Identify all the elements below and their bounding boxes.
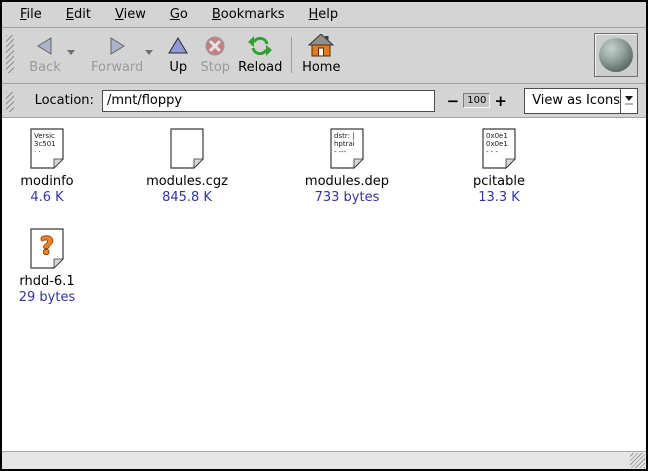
reload-label: Reload xyxy=(238,60,282,75)
location-label: Location: xyxy=(35,93,94,108)
blank-file-icon xyxy=(169,128,205,170)
back-label: Back xyxy=(29,60,61,75)
stop-icon xyxy=(204,33,226,59)
back-arrow-icon xyxy=(33,33,57,59)
location-bar: Location: − 100 + View as Icons xyxy=(2,84,646,118)
view-mode-selected: View as Icons xyxy=(525,93,620,108)
menu-help[interactable]: Help xyxy=(297,4,351,25)
unknown-file-icon: ? xyxy=(29,228,65,270)
file-modinfo[interactable]: Versic 3c501 · · modinfo 4.6 K xyxy=(4,128,90,205)
back-button[interactable]: Back xyxy=(23,33,67,75)
forward-dropdown-icon[interactable] xyxy=(145,50,153,55)
file-name: modules.cgz xyxy=(137,174,237,189)
file-size: 733 bytes xyxy=(297,190,397,205)
toolbar: Back Forward Up Stop xyxy=(2,28,646,84)
file-name: modules.dep xyxy=(297,174,397,189)
up-button[interactable]: Up xyxy=(161,33,195,75)
menu-bookmarks[interactable]: Bookmarks xyxy=(200,4,297,25)
resize-grip[interactable] xyxy=(630,453,645,468)
up-label: Up xyxy=(169,60,187,75)
icon-view[interactable]: Versic 3c501 · · modinfo 4.6 K modules.c… xyxy=(2,118,646,451)
menu-file[interactable]: File xyxy=(8,4,54,25)
file-size: 845.8 K xyxy=(137,190,237,205)
file-size: 4.6 K xyxy=(4,190,90,205)
menu-view[interactable]: View xyxy=(103,4,158,25)
combo-arrow-bar xyxy=(625,103,633,105)
menubar: File Edit View Go Bookmarks Help xyxy=(2,2,646,28)
zoom-level-indicator: 100 xyxy=(463,93,490,108)
reload-icon xyxy=(248,33,272,59)
stop-label: Stop xyxy=(201,60,231,75)
text-file-icon: Versic 3c501 · · xyxy=(29,128,65,170)
forward-arrow-icon xyxy=(105,33,129,59)
view-mode-dropdown[interactable]: View as Icons xyxy=(524,88,638,114)
home-button[interactable]: Home xyxy=(298,33,344,75)
file-size: 13.3 K xyxy=(449,190,549,205)
file-modules-dep[interactable]: dstr: | hptrai - --- modules.dep 733 byt… xyxy=(297,128,397,205)
locationbar-grip-handle[interactable] xyxy=(6,92,14,112)
forward-button[interactable]: Forward xyxy=(89,33,145,75)
reload-button[interactable]: Reload xyxy=(235,33,285,75)
location-input[interactable] xyxy=(102,90,435,112)
throbber-sphere-icon xyxy=(599,38,633,72)
file-name: modinfo xyxy=(4,174,90,189)
file-name: pcitable xyxy=(449,174,549,189)
file-pcitable[interactable]: 0x0e1 0x0e1 - - - pcitable 13.3 K xyxy=(449,128,549,205)
home-icon xyxy=(308,33,334,59)
up-arrow-icon xyxy=(166,33,190,59)
file-rhdd-6-1[interactable]: ? rhdd-6.1 29 bytes xyxy=(4,228,90,305)
file-size: 29 bytes xyxy=(4,290,90,305)
menu-go[interactable]: Go xyxy=(158,4,200,25)
menu-edit[interactable]: Edit xyxy=(54,4,103,25)
back-dropdown-icon[interactable] xyxy=(67,50,75,55)
zoom-in-button[interactable]: + xyxy=(493,92,508,110)
text-file-icon: dstr: | hptrai - --- xyxy=(329,128,365,170)
file-modules-cgz[interactable]: modules.cgz 845.8 K xyxy=(137,128,237,205)
text-file-icon: 0x0e1 0x0e1 - - - xyxy=(481,128,517,170)
status-bar xyxy=(2,451,646,469)
stop-button[interactable]: Stop xyxy=(195,33,235,75)
file-name: rhdd-6.1 xyxy=(4,274,90,289)
home-label: Home xyxy=(302,60,340,75)
file-manager-window: File Edit View Go Bookmarks Help Back Fo… xyxy=(0,0,648,471)
forward-label: Forward xyxy=(91,60,143,75)
toolbar-grip-handle[interactable] xyxy=(6,35,14,73)
throbber xyxy=(594,33,638,77)
toolbar-separator xyxy=(291,37,292,73)
question-mark-icon: ? xyxy=(29,232,65,260)
zoom-out-button[interactable]: − xyxy=(445,92,460,110)
view-mode-arrow-box[interactable] xyxy=(620,89,637,113)
chevron-down-icon xyxy=(625,96,633,101)
